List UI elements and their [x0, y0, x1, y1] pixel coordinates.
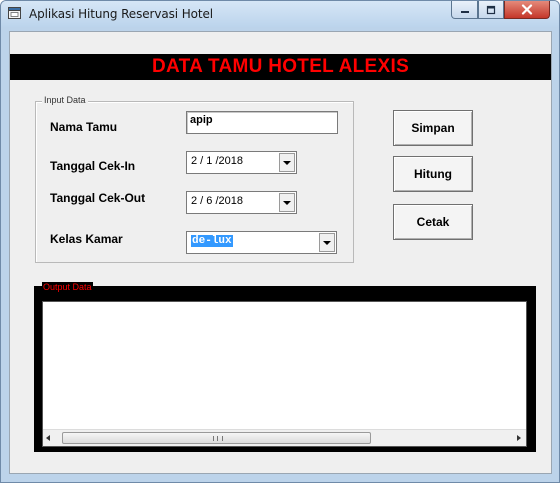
- scroll-left-icon[interactable]: [46, 435, 50, 441]
- chevron-down-icon: [323, 240, 331, 245]
- cetak-button[interactable]: Cetak: [393, 204, 473, 240]
- output-listbox[interactable]: [42, 301, 527, 447]
- scroll-thumb[interactable]: [62, 432, 371, 444]
- maximize-icon: [486, 5, 496, 14]
- tanggal-cek-in-label: Tanggal Cek-In: [50, 159, 136, 173]
- maximize-button[interactable]: [478, 1, 504, 19]
- scroll-right-icon[interactable]: [517, 435, 521, 441]
- kelas-kamar-dropdown-button[interactable]: [319, 233, 335, 252]
- output-data-legend: Output Data: [42, 282, 93, 292]
- horizontal-scrollbar[interactable]: [43, 429, 526, 446]
- close-icon: [521, 4, 533, 15]
- close-button[interactable]: [504, 1, 550, 19]
- app-window: Aplikasi Hitung Reservasi Hotel DATA TAM…: [0, 0, 560, 483]
- nama-tamu-input[interactable]: apip: [186, 111, 338, 134]
- tanggal-cek-in-value: 2 / 1 /2018: [191, 155, 243, 167]
- minimize-button[interactable]: [451, 1, 478, 19]
- hitung-button[interactable]: Hitung: [393, 156, 473, 192]
- banner-title: DATA TAMU HOTEL ALEXIS: [151, 56, 410, 77]
- tanggal-cek-in-dropdown-button[interactable]: [279, 153, 295, 172]
- kelas-kamar-label: Kelas Kamar: [50, 232, 123, 246]
- title-bar[interactable]: Aplikasi Hitung Reservasi Hotel: [1, 1, 559, 27]
- chevron-down-icon: [283, 160, 291, 165]
- nama-tamu-label: Nama Tamu: [50, 120, 118, 134]
- tanggal-cek-out-picker[interactable]: 2 / 6 /2018: [186, 191, 297, 214]
- tanggal-cek-out-dropdown-button[interactable]: [279, 193, 295, 212]
- output-data-group: Output Data: [34, 282, 536, 452]
- tanggal-cek-in-picker[interactable]: 2 / 1 /2018: [186, 151, 297, 174]
- kelas-kamar-combobox[interactable]: de-lux: [186, 231, 337, 254]
- grip-icon: [213, 436, 223, 441]
- window-title: Aplikasi Hitung Reservasi Hotel: [29, 7, 213, 21]
- form-client-area: DATA TAMU HOTEL ALEXIS Input Data Nama T…: [9, 31, 552, 474]
- minimize-icon: [460, 10, 469, 13]
- simpan-button[interactable]: Simpan: [393, 110, 473, 146]
- tanggal-cek-out-label: Tanggal Cek-Out: [50, 191, 146, 205]
- tanggal-cek-out-value: 2 / 6 /2018: [191, 195, 243, 207]
- banner: DATA TAMU HOTEL ALEXIS: [10, 54, 551, 80]
- kelas-kamar-value: de-lux: [191, 235, 233, 247]
- app-icon: [8, 7, 21, 19]
- input-data-legend: Input Data: [42, 95, 88, 105]
- chevron-down-icon: [283, 200, 291, 205]
